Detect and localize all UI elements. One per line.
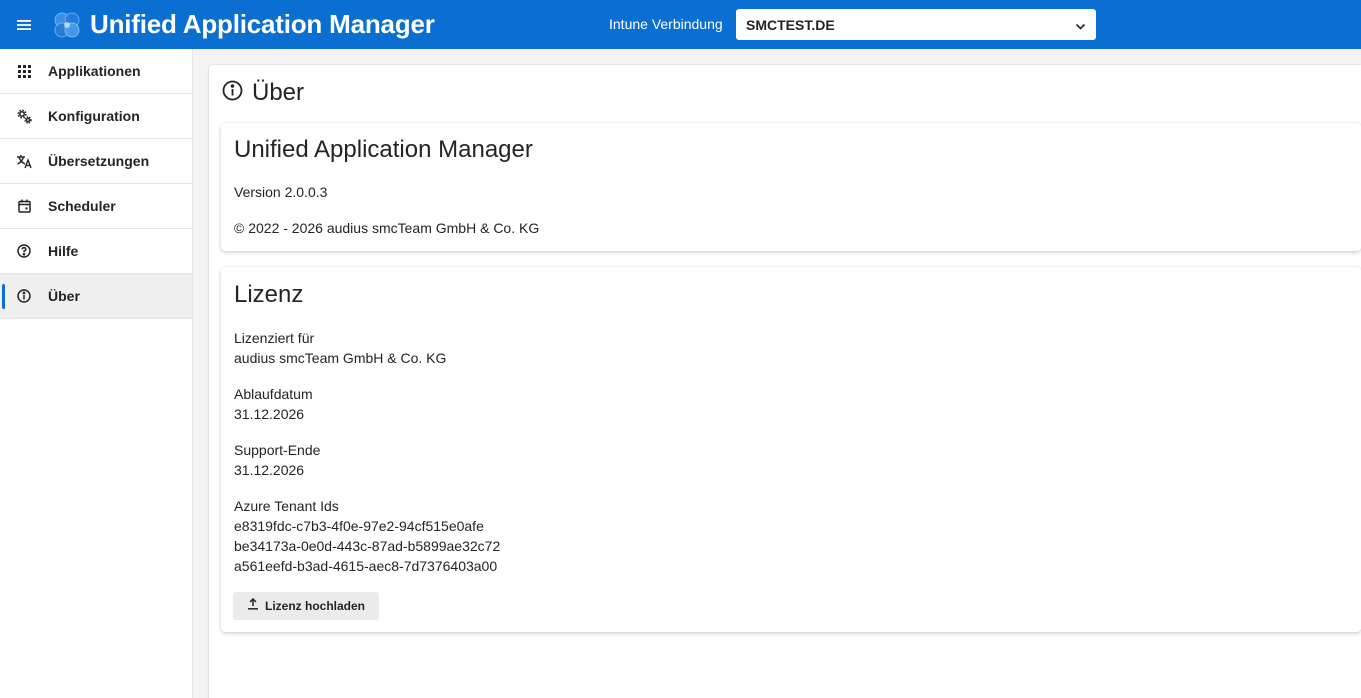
tenant-id: e8319fdc-c7b3-4f0e-97e2-94cf515e0afe <box>234 518 484 534</box>
support-end-label: Support-Ende <box>234 442 321 458</box>
upload-license-label: Lizenz hochladen <box>264 599 365 613</box>
upload-icon <box>247 597 259 615</box>
about-card-title: Unified Application Manager <box>234 136 533 163</box>
chevron-down-icon <box>1075 19 1086 37</box>
copyright-text: © 2022 - 2026 audius smcTeam GmbH & Co. … <box>234 220 540 236</box>
info-icon <box>222 80 243 106</box>
sidebar-item-label: Übersetzungen <box>48 153 150 169</box>
apps-grid-icon <box>0 49 48 94</box>
sidebar-item-scheduler[interactable]: Scheduler <box>0 184 192 229</box>
license-card: Lizenz Lizenziert für audius smcTeam Gmb… <box>221 267 1361 632</box>
main-content: Über Unified Application Manager Version… <box>209 65 1361 698</box>
gears-icon <box>0 94 48 139</box>
translate-icon <box>0 139 48 184</box>
expiry-value: 31.12.2026 <box>234 406 305 422</box>
sidebar-item-label: Über <box>48 288 80 304</box>
app-title: Unified Application Manager <box>90 9 435 39</box>
upload-license-button[interactable]: Lizenz hochladen <box>233 592 379 620</box>
sidebar-item-applikationen[interactable]: Applikationen <box>0 49 192 94</box>
tenant-select[interactable]: SMCTEST.DE <box>736 9 1096 40</box>
info-icon <box>0 274 48 319</box>
support-end-value: 31.12.2026 <box>234 462 305 478</box>
sidebar-item-ueber[interactable]: Über <box>0 274 192 319</box>
tenant-select-value: SMCTEST.DE <box>746 16 835 33</box>
sidebar-item-label: Hilfe <box>48 243 79 259</box>
tenant-id: be34173a-0e0d-443c-87ad-b5899ae32c72 <box>234 538 501 554</box>
sidebar-item-label: Scheduler <box>48 198 116 214</box>
tenant-ids-label: Azure Tenant Ids <box>234 498 339 514</box>
intune-connection-label: Intune Verbindung <box>609 16 723 32</box>
top-bar: Unified Application Manager Intune Verbi… <box>0 0 1361 49</box>
sidebar-item-uebersetzungen[interactable]: Übersetzungen <box>0 139 192 184</box>
about-card: Unified Application Manager Version 2.0.… <box>221 123 1361 251</box>
help-icon <box>0 229 48 274</box>
sidebar-item-label: Applikationen <box>48 63 141 79</box>
license-card-title: Lizenz <box>234 281 304 308</box>
sidebar: Applikationen Konfiguration Übersetzunge… <box>0 49 193 698</box>
sidebar-item-hilfe[interactable]: Hilfe <box>0 229 192 274</box>
expiry-label: Ablaufdatum <box>234 386 313 402</box>
calendar-icon <box>0 184 48 229</box>
app-logo-icon <box>52 10 82 40</box>
hamburger-menu-icon[interactable] <box>0 0 48 49</box>
version-text: Version 2.0.0.3 <box>234 184 328 200</box>
sidebar-item-konfiguration[interactable]: Konfiguration <box>0 94 192 139</box>
licensed-for-label: Lizenziert für <box>234 330 315 346</box>
page-title: Über <box>252 79 305 106</box>
tenant-id: a561eefd-b3ad-4615-aec8-7d7376403a00 <box>234 558 498 574</box>
page-header: Über <box>222 79 304 107</box>
sidebar-item-label: Konfiguration <box>48 108 140 124</box>
licensed-for-value: audius smcTeam GmbH & Co. KG <box>234 350 447 366</box>
